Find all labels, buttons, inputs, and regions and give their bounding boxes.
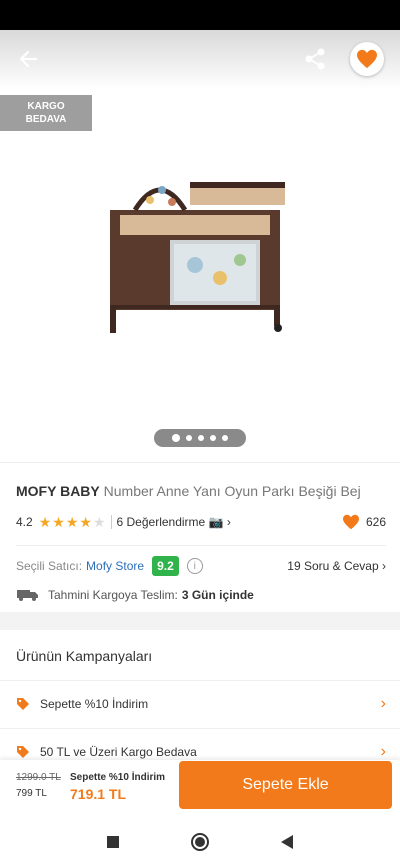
- chevron-right-icon: ›: [226, 515, 231, 529]
- section-gap: [0, 612, 400, 630]
- chevron-right-icon: ›: [380, 695, 386, 712]
- truck-icon: [17, 590, 38, 601]
- promo-text: Sepette %10 İndirim: [70, 772, 166, 783]
- heart-icon: [357, 49, 377, 69]
- share-icon: [305, 48, 325, 70]
- back-nav-icon[interactable]: [280, 834, 294, 850]
- chevron-right-icon: ›: [380, 743, 386, 760]
- campaign-label: Sepette %10 İndirim: [40, 697, 149, 711]
- badge-line-1: KARGO: [27, 101, 65, 112]
- reviews-link[interactable]: 6 Değerlendirme 📷 ›: [117, 515, 231, 529]
- star-icon: ★: [79, 514, 92, 530]
- gallery-pagination[interactable]: [154, 429, 246, 447]
- likes[interactable]: 626: [342, 514, 386, 530]
- pagination-dot[interactable]: [198, 435, 204, 441]
- product-image[interactable]: [100, 160, 300, 340]
- product-info: MOFY BABY Number Anne Yanı Oyun Parkı Be…: [0, 462, 400, 613]
- seller-row: Seçili Satıcı: Mofy Store 9.2 i 19 Soru …: [16, 555, 386, 577]
- divider: [16, 545, 386, 546]
- favorite-button[interactable]: [350, 42, 384, 76]
- pagination-dot[interactable]: [172, 434, 180, 442]
- divider: [0, 680, 400, 681]
- reviews-label: 6 Değerlendirme: [116, 515, 206, 529]
- status-bar: [0, 0, 400, 30]
- likes-count: 626: [365, 515, 386, 529]
- tag-icon: [17, 698, 29, 710]
- back-button[interactable]: [14, 44, 44, 74]
- share-button[interactable]: [300, 44, 330, 74]
- chevron-right-icon: ›: [382, 559, 386, 573]
- star-icon: ★: [52, 514, 65, 530]
- pagination-dot[interactable]: [222, 435, 228, 441]
- camera-icon: 📷: [208, 515, 224, 529]
- divider: [0, 728, 400, 729]
- buy-bar: 1299.0 TL 799 TL Sepette %10 İndirim 719…: [0, 760, 400, 818]
- campaign-item[interactable]: Sepette %10 İndirim ›: [16, 694, 386, 714]
- delivery-value: 3 Gün içinde: [181, 588, 254, 602]
- arrow-left-icon: [19, 50, 38, 68]
- qa-label: 19 Soru & Cevap: [287, 559, 379, 573]
- tag-icon: [17, 746, 29, 758]
- header-fade: [0, 30, 400, 90]
- home-icon[interactable]: [190, 832, 210, 852]
- brand-name[interactable]: MOFY BABY: [16, 483, 100, 499]
- rating-stars: ★ ★ ★ ★ ★: [39, 515, 106, 529]
- recents-icon[interactable]: [106, 835, 120, 849]
- add-to-cart-button[interactable]: Sepete Ekle: [179, 761, 392, 809]
- campaigns-title: Ürünün Kampanyaları: [16, 648, 153, 664]
- star-icon: ★: [92, 514, 106, 530]
- heart-icon: [342, 514, 359, 530]
- rating-value: 4.2: [16, 515, 33, 529]
- seller-label: Seçili Satıcı:: [16, 559, 83, 573]
- seller-link[interactable]: Mofy Store: [86, 559, 144, 573]
- badge-line-2: BEDAVA: [25, 114, 67, 125]
- product-name: Number Anne Yanı Oyun Parkı Beşiği Bej: [103, 483, 361, 499]
- old-price: 1299.0 TL: [16, 772, 61, 783]
- pagination-dot[interactable]: [186, 435, 192, 441]
- free-cargo-badge: KARGO BEDAVA: [0, 95, 92, 131]
- delivery-label: Tahmini Kargoya Teslim:: [48, 588, 178, 602]
- price: 799 TL: [16, 788, 47, 799]
- campaign-item[interactable]: 50 TL ve Üzeri Kargo Bedava ›: [16, 742, 386, 760]
- product-title: MOFY BABY Number Anne Yanı Oyun Parkı Be…: [16, 483, 386, 499]
- divider: [110, 515, 112, 529]
- rating-row: 4.2 ★ ★ ★ ★ ★ 6 Değerlendirme 📷 › 626: [16, 513, 386, 531]
- pagination-dot[interactable]: [210, 435, 216, 441]
- delivery-row: Tahmini Kargoya Teslim: 3 Gün içinde: [16, 585, 386, 605]
- seller-score-badge: 9.2: [152, 556, 179, 576]
- qa-link[interactable]: 19 Soru & Cevap ›: [287, 559, 386, 573]
- star-icon: ★: [65, 514, 79, 530]
- final-price: 719.1 TL: [70, 786, 127, 802]
- campaigns-section: Ürünün Kampanyaları Sepette %10 İndirim …: [0, 630, 400, 760]
- campaign-label: 50 TL ve Üzeri Kargo Bedava: [40, 745, 197, 759]
- info-icon[interactable]: i: [186, 558, 203, 574]
- product-gallery[interactable]: KARGO BEDAVA: [0, 30, 400, 462]
- system-nav-bar: [0, 818, 400, 866]
- star-icon: ★: [38, 514, 52, 530]
